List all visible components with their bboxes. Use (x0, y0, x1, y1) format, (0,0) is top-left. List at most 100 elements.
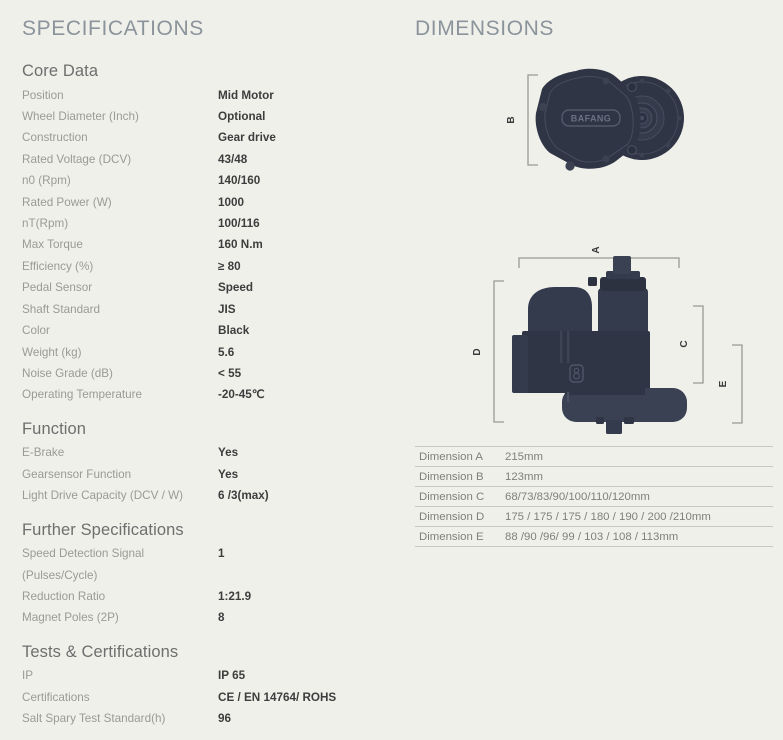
spec-value: Mid Motor (218, 88, 274, 102)
dimension-label-b: B (506, 116, 517, 123)
dimension-value: 215mm (505, 450, 543, 463)
spec-label: Certifications (22, 690, 90, 704)
spec-row: Speed Detection Signal (Pulses/Cycle) 1 (22, 543, 400, 586)
spec-row: Gearsensor Function Yes (22, 464, 400, 485)
dimension-key: Dimension C (419, 490, 485, 503)
dimension-label-d: D (472, 348, 483, 355)
spec-label: Rated Voltage (DCV) (22, 152, 132, 166)
dimension-value: 123mm (505, 470, 543, 483)
table-row: Dimension D 175 / 175 / 175 / 180 / 190 /… (415, 506, 773, 527)
table-row: Dimension B 123mm (415, 466, 773, 487)
spec-row: Wheel Diameter (Inch) Optional (22, 106, 400, 127)
spec-value: Yes (218, 446, 239, 460)
spec-row: Construction Gear drive (22, 127, 400, 148)
spec-row: Noise Grade (dB) < 55 (22, 363, 400, 384)
spec-row: Magnet Poles (2P) 8 (22, 607, 400, 628)
dimension-bracket-e (732, 344, 743, 424)
dimension-label-a: A (591, 246, 602, 253)
spec-value: 1:21.9 (218, 590, 252, 603)
spec-label: Light Drive Capacity (DCV / W) (22, 489, 184, 503)
spec-label: Magnet Poles (2P) (22, 611, 119, 625)
dimension-value: 88 /90 /96/ 99 / 103 / 108 / 113mm (505, 530, 679, 543)
spec-value: -20-45℃ (218, 388, 265, 402)
dimensions-table: Dimension A 215mm Dimension B 123mm Dimensio… (415, 446, 773, 547)
spec-section-title: Core Data (22, 62, 99, 80)
spec-section-title: Tests & Certifications (22, 642, 179, 661)
spec-value: Yes (218, 467, 239, 481)
spec-sheet-page: SPECIFICATIONS Core Data Position Mid Moto… (0, 0, 783, 740)
spec-label: Color (22, 324, 50, 338)
dimensions-column: DIMENSIONS B BAFANG A D C E Dimension A … (410, 0, 783, 740)
spec-value: 43/48 (218, 152, 248, 166)
spec-label: Max Torque (22, 238, 83, 252)
dimension-bracket-d (493, 280, 504, 423)
spec-row: IP IP 65 (22, 665, 400, 686)
motor-side-view-diagram: A D C E (472, 246, 743, 434)
spec-label: Noise Grade (dB) (22, 366, 113, 380)
spec-row: Color Black (22, 320, 400, 341)
spec-value: 140/160 (218, 174, 261, 188)
spec-label: Shaft Standard (22, 302, 100, 316)
spec-value: ≥ 80 (218, 259, 241, 273)
spec-row: Max Torque 160 N.m (22, 234, 400, 255)
spec-value: 5.6 (218, 345, 235, 359)
dimension-key: Dimension D (419, 510, 485, 523)
spec-label: Operating Temperature (22, 388, 142, 402)
spec-row: E-Brake Yes (22, 442, 400, 463)
spec-value: CE / EN 14764/ ROHS (218, 690, 337, 704)
spec-value: Black (218, 324, 250, 338)
dimension-bracket-a (518, 257, 680, 268)
spec-label: Rated Power (W) (22, 195, 112, 209)
dimension-key: Dimension E (419, 530, 484, 543)
spec-row: Pedal Sensor Speed (22, 277, 400, 298)
dimensions-heading: DIMENSIONS (415, 17, 555, 40)
brand-logo-text: BAFANG (571, 114, 611, 124)
spec-label: Weight (kg) (22, 345, 82, 359)
table-row: Dimension A 215mm (415, 446, 773, 467)
spec-label: Salt Spary Test Standard(h) (22, 712, 166, 726)
spec-value: Gear drive (218, 131, 276, 145)
spec-row: Rated Power (W) 1000 (22, 192, 400, 213)
spec-label-line: Speed Detection Signal (22, 547, 145, 561)
specification-sections: Core Data Position Mid Motor Wheel Diameter… (22, 61, 400, 730)
dimension-value: 175 / 175 / 175 / 180 / 190 / 200 /210mm (505, 510, 711, 523)
table-row: Dimension E 88 /90 /96/ 99 / 103 / 108 / … (415, 526, 773, 547)
spec-label: Wheel Diameter (Inch) (22, 110, 139, 124)
spec-label: Position (22, 88, 64, 102)
spec-section: Tests & Certifications IP IP 65 Certificati… (22, 642, 400, 730)
spec-row: Certifications CE / EN 14764/ ROHS (22, 687, 400, 708)
spec-row: Light Drive Capacity (DCV / W) 6 /3(max) (22, 485, 400, 506)
table-row: Dimension C 68/73/83/90/100/110/120mm (415, 486, 773, 507)
spec-value: Optional (218, 110, 266, 124)
spec-label: Gearsensor Function (22, 467, 132, 481)
specifications-heading: SPECIFICATIONS (22, 17, 204, 40)
spec-label: IP (22, 669, 34, 683)
spec-section: Further Specifications Speed Detection Si… (22, 520, 400, 629)
dimension-value: 68/73/83/90/100/110/120mm (505, 490, 650, 503)
spec-row: Position Mid Motor (22, 85, 400, 106)
motor-front-view-diagram: B BAFANG (506, 68, 684, 171)
spec-value: JIS (218, 302, 236, 316)
spec-label: Construction (22, 131, 88, 145)
dimension-label-c: C (679, 340, 690, 347)
dimension-bracket-c (693, 305, 704, 384)
spec-row: Reduction Ratio 1:21.9 (22, 586, 400, 607)
spec-row: Shaft Standard JIS (22, 299, 400, 320)
dimension-key: Dimension A (419, 450, 483, 463)
spec-label: Speed Detection Signal (Pulses/Cycle) (22, 543, 218, 586)
spec-row: Rated Voltage (DCV) 43/48 (22, 149, 400, 170)
spec-value: IP 65 (218, 669, 246, 683)
spec-row: Operating Temperature -20-45℃ (22, 384, 400, 405)
spec-value: 96 (218, 712, 232, 726)
spec-row: Salt Spary Test Standard(h) 96 (22, 708, 400, 729)
spec-section-title: Function (22, 419, 87, 438)
spec-section: Core Data Position Mid Motor Wheel Diameter… (22, 61, 400, 406)
spec-value: 8 (218, 611, 225, 625)
dimension-label-e: E (718, 380, 729, 387)
spec-section-title: Further Specifications (22, 520, 184, 539)
motor-side-body (512, 256, 687, 434)
spec-label: Pedal Sensor (22, 281, 93, 295)
spec-value: 160 N.m (218, 238, 263, 252)
spec-value: 6 /3(max) (218, 489, 269, 503)
spec-row: Efficiency (%) ≥ 80 (22, 256, 400, 277)
